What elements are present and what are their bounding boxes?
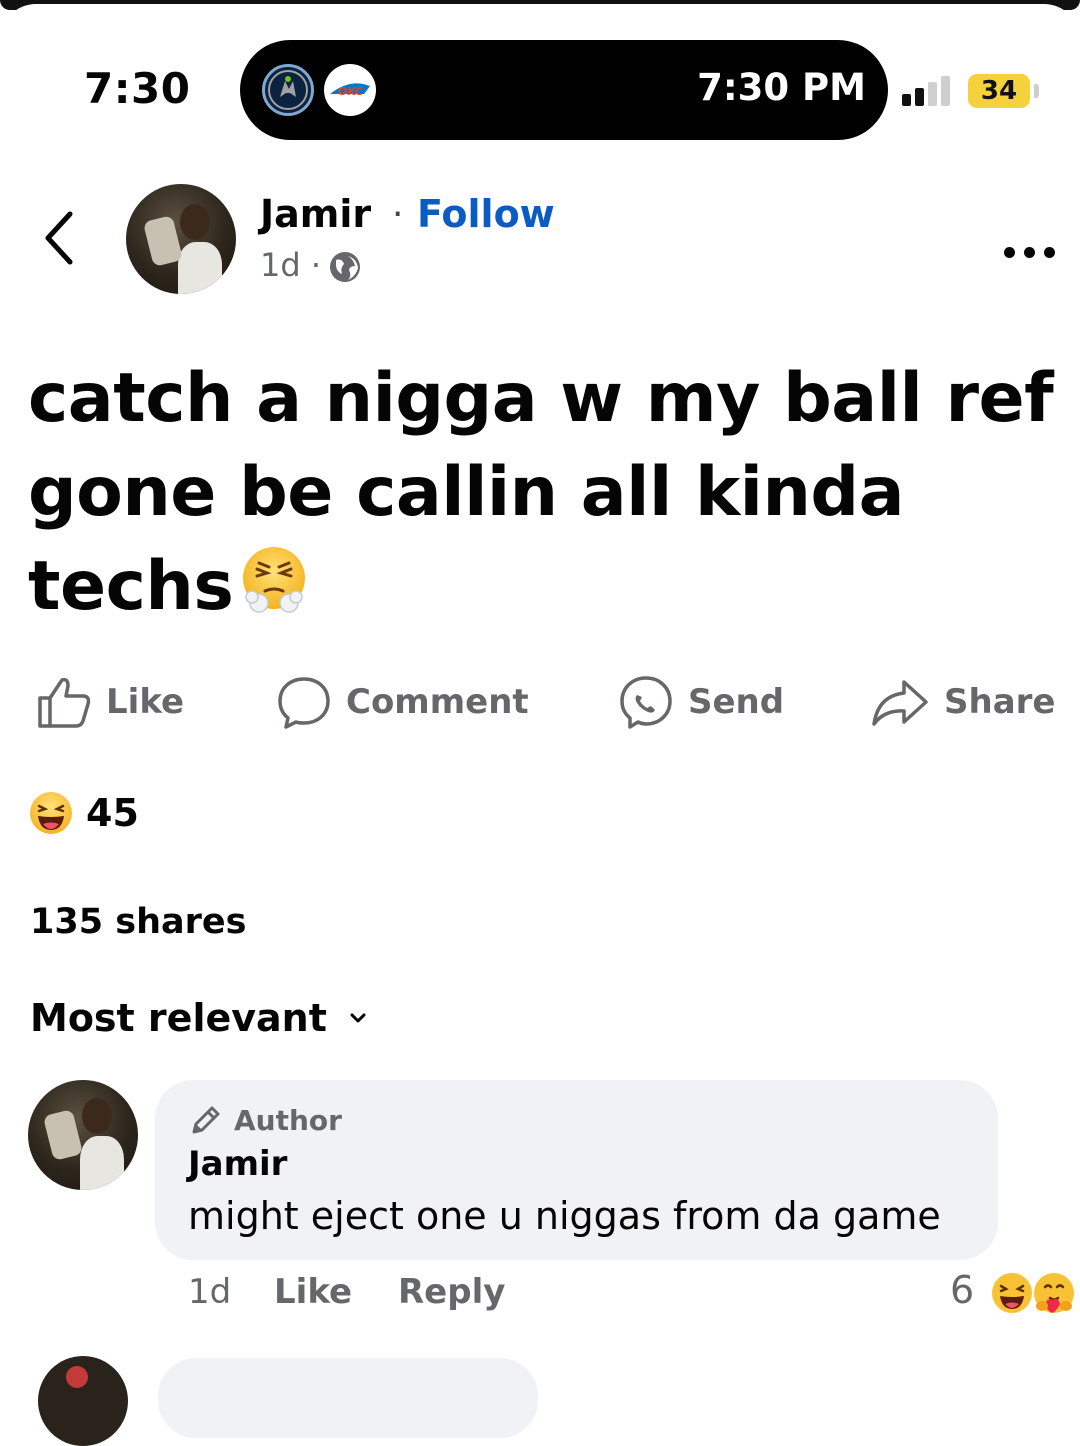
share-button[interactable]: Share [870,672,1055,732]
more-dots-icon [1024,247,1035,258]
follow-button[interactable]: Follow [417,192,555,236]
comment-button[interactable]: Comment [276,672,529,732]
huffing-emoji-icon [243,547,306,613]
globe-icon [330,252,360,282]
next-comment-bubble [158,1358,538,1438]
post-author-name[interactable]: Jamir [260,192,371,236]
name-separator: · [392,194,404,235]
comment-text: might eject one u niggas from da game [188,1194,941,1238]
more-options-button[interactable] [1004,222,1055,268]
signal-icon [902,76,950,106]
device-frame-top [0,0,1080,44]
post-text: catch a nigga w my ball ref gone be call… [28,352,1058,634]
back-chevron-icon[interactable] [38,208,82,268]
share-count[interactable]: 135 shares [30,902,246,942]
next-commenter-avatar[interactable] [38,1356,128,1446]
post-text-line: catch a nigga w my ball ref [28,359,1054,438]
status-bar-time: 7:30 [84,64,191,113]
messenger-send-icon [620,676,672,729]
sort-label: Most relevant [30,996,327,1040]
send-button[interactable]: Send [618,672,784,732]
care-emoji-icon [1032,1271,1076,1315]
like-label: Like [106,682,185,722]
post-text-line: techs [28,547,234,626]
comment-reply-button[interactable]: Reply [398,1272,505,1312]
battery-tip [1034,84,1039,98]
thunder-logo-icon: OKC [324,64,376,116]
laugh-emoji-icon [990,1271,1034,1315]
laugh-emoji-icon [30,792,72,834]
author-avatar[interactable] [126,184,236,294]
comment-reactions[interactable] [988,1270,1080,1316]
battery-icon: 34 [968,74,1030,108]
comment-sort-dropdown[interactable]: Most relevant [30,996,367,1040]
dynamic-island-live-activity[interactable]: OKC 7:30 PM [240,40,888,140]
comment-like-button[interactable]: Like [274,1272,352,1312]
comment-reaction-count[interactable]: 6 [950,1268,974,1312]
chevron-down-icon [350,1013,366,1023]
send-label: Send [688,682,785,722]
reaction-count: 45 [86,791,139,835]
share-label: Share [944,682,1056,722]
author-badge-label: Author [234,1103,342,1137]
more-dots-icon [1004,247,1015,258]
live-activity-time: 7:30 PM [697,66,866,109]
more-dots-icon [1044,247,1055,258]
post-text-line: gone be callin all kinda [28,453,904,532]
comment-age: 1d [188,1272,232,1312]
comment-author-name[interactable]: Jamir [188,1144,287,1184]
comment-label: Comment [346,682,529,722]
like-thumb-icon [38,677,91,728]
post-text-line-last: techs [28,540,1058,634]
comment-bubble-icon [278,677,330,729]
commenter-avatar[interactable] [28,1080,138,1190]
like-button[interactable]: Like [36,672,184,732]
author-badge: Author [188,1102,342,1138]
timberwolves-logo-icon [262,64,314,116]
pencil-icon [192,1106,220,1134]
post-reactions[interactable]: 45 [28,790,139,836]
svg-text:OKC: OKC [338,85,363,98]
share-arrow-icon [872,680,928,726]
post-age: 1d · [260,246,322,284]
